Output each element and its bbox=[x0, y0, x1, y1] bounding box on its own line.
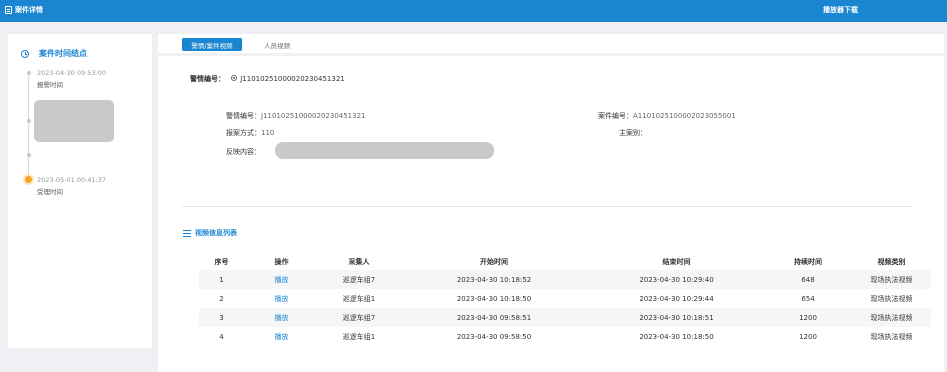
field-label: 案件编号： bbox=[598, 112, 633, 120]
video-list-title: 视频信息列表 bbox=[183, 228, 237, 238]
timeline-dot bbox=[26, 71, 31, 75]
page-title: 案件详情 bbox=[5, 5, 43, 15]
cell-start-time: 2023-04-30 09:58:51 bbox=[399, 308, 589, 327]
field-label: 主案别： bbox=[619, 129, 647, 137]
field-value: J11010251000020230451321 bbox=[261, 112, 366, 120]
cell-category: 现场执法视频 bbox=[852, 308, 931, 327]
table-row: 4 播放 巡逻车组1 2023-04-30 09:58:50 2023-04-3… bbox=[199, 327, 931, 346]
column-header: 序号 bbox=[199, 253, 244, 270]
cell-end-time: 2023-04-30 10:29:40 bbox=[589, 270, 764, 289]
cell-start-time: 2023-04-30 10:18:52 bbox=[399, 270, 589, 289]
play-link[interactable]: 播放 bbox=[244, 289, 319, 308]
alarm-number-value: J11010251000020230451321 bbox=[240, 75, 345, 83]
cell-collector: 巡逻车组1 bbox=[319, 327, 399, 346]
column-header: 采集人 bbox=[319, 253, 399, 270]
play-link[interactable]: 播放 bbox=[244, 327, 319, 346]
cell-duration: 648 bbox=[764, 270, 852, 289]
cell-category: 现场执法视频 bbox=[852, 270, 931, 289]
cell-duration: 654 bbox=[764, 289, 852, 308]
play-link[interactable]: 播放 bbox=[244, 270, 319, 289]
timeline-dot bbox=[26, 153, 31, 157]
video-table: 序号 操作 采集人 开始时间 结束时间 持续时间 视频类别 1 播放 巡逻车组7… bbox=[199, 253, 931, 346]
report-method-field: 报案方式：110 bbox=[226, 128, 274, 138]
player-download-link[interactable]: 播放器下载 bbox=[823, 5, 858, 15]
field-label: 警情编号： bbox=[226, 112, 261, 120]
case-timeline-panel: 案件时间结点 2023-04-30 09:53:00 报警时间 2023-05-… bbox=[8, 34, 152, 348]
case-number-field: 案件编号：A11010251000020230550​01 bbox=[598, 111, 736, 121]
main-panel: 警情/案件视频 人员视频 警情编号： J11010251000020230451… bbox=[158, 34, 944, 372]
cell-index: 2 bbox=[199, 289, 244, 308]
cell-duration: 1200 bbox=[764, 327, 852, 346]
cell-index: 3 bbox=[199, 308, 244, 327]
field-label: 报案方式： bbox=[226, 129, 261, 137]
document-icon bbox=[5, 6, 12, 14]
cell-collector: 巡逻车组1 bbox=[319, 289, 399, 308]
cell-start-time: 2023-04-30 10:18:50 bbox=[399, 289, 589, 308]
field-label: 反映内容： bbox=[226, 148, 261, 156]
cell-collector: 巡逻车组7 bbox=[319, 308, 399, 327]
cell-duration: 1200 bbox=[764, 308, 852, 327]
column-header: 开始时间 bbox=[399, 253, 589, 270]
table-row: 2 播放 巡逻车组1 2023-04-30 10:18:50 2023-04-3… bbox=[199, 289, 931, 308]
timeline-title: 案件时间结点 bbox=[21, 48, 87, 59]
cell-index: 1 bbox=[199, 270, 244, 289]
top-bar: 案件详情 播放器下载 bbox=[0, 0, 947, 22]
column-header: 操作 bbox=[244, 253, 319, 270]
field-value: A11010251000020230550​01 bbox=[633, 112, 736, 120]
section-divider bbox=[182, 206, 912, 207]
cell-end-time: 2023-04-30 10:18:51 bbox=[589, 308, 764, 327]
table-header-row: 序号 操作 采集人 开始时间 结束时间 持续时间 视频类别 bbox=[199, 253, 931, 270]
column-header: 视频类别 bbox=[852, 253, 931, 270]
play-link[interactable]: 播放 bbox=[244, 308, 319, 327]
alarm-number-option[interactable]: J11010251000020230451321 bbox=[231, 75, 345, 83]
timeline-dot bbox=[26, 119, 31, 123]
cell-category: 现场执法视频 bbox=[852, 289, 931, 308]
cell-end-time: 2023-04-30 10:29:44 bbox=[589, 289, 764, 308]
clock-icon bbox=[21, 49, 29, 58]
video-list-title-text: 视频信息列表 bbox=[195, 229, 237, 237]
timeline-event-label: 受理时间 bbox=[37, 188, 63, 196]
timeline-event-label: 报警时间 bbox=[37, 81, 63, 89]
alarm-number-field: 警情编号：J11010251000020230451321 bbox=[226, 111, 366, 121]
cell-collector: 巡逻车组7 bbox=[319, 270, 399, 289]
table-row: 1 播放 巡逻车组7 2023-04-30 10:18:52 2023-04-3… bbox=[199, 270, 931, 289]
timeline-title-text: 案件时间结点 bbox=[39, 49, 87, 58]
tab-bar: 警情/案件视频 人员视频 bbox=[158, 34, 944, 56]
alarm-number-label: 警情编号： bbox=[190, 75, 225, 83]
cell-index: 4 bbox=[199, 327, 244, 346]
cell-start-time: 2023-04-30 09:58:50 bbox=[399, 327, 589, 346]
column-header: 持续时间 bbox=[764, 253, 852, 270]
timeline-event-date: 2023-04-30 09:53:00 bbox=[37, 69, 107, 77]
list-icon bbox=[183, 229, 191, 237]
report-content-redacted bbox=[275, 142, 494, 159]
column-header: 结束时间 bbox=[589, 253, 764, 270]
cell-category: 现场执法视频 bbox=[852, 327, 931, 346]
tab-person-video[interactable]: 人员视频 bbox=[260, 38, 294, 51]
table-row: 3 播放 巡逻车组7 2023-04-30 09:58:51 2023-04-3… bbox=[199, 308, 931, 327]
tab-case-video[interactable]: 警情/案件视频 bbox=[182, 38, 242, 51]
radio-icon[interactable] bbox=[231, 75, 237, 81]
alarm-number-selector: 警情编号： J11010251000020230451321 bbox=[190, 74, 345, 84]
main-category-field: 主案别： bbox=[619, 128, 647, 138]
cell-end-time: 2023-04-30 10:18:50 bbox=[589, 327, 764, 346]
field-value: 110 bbox=[261, 129, 275, 137]
timeline-active-dot bbox=[25, 176, 32, 183]
report-content-field: 反映内容： bbox=[226, 147, 261, 157]
page-title-text: 案件详情 bbox=[15, 6, 43, 14]
timeline-line bbox=[28, 72, 29, 180]
timeline-event-date: 2023-05-01 00:41:37 bbox=[37, 176, 107, 184]
timeline-image-redacted bbox=[34, 100, 114, 142]
